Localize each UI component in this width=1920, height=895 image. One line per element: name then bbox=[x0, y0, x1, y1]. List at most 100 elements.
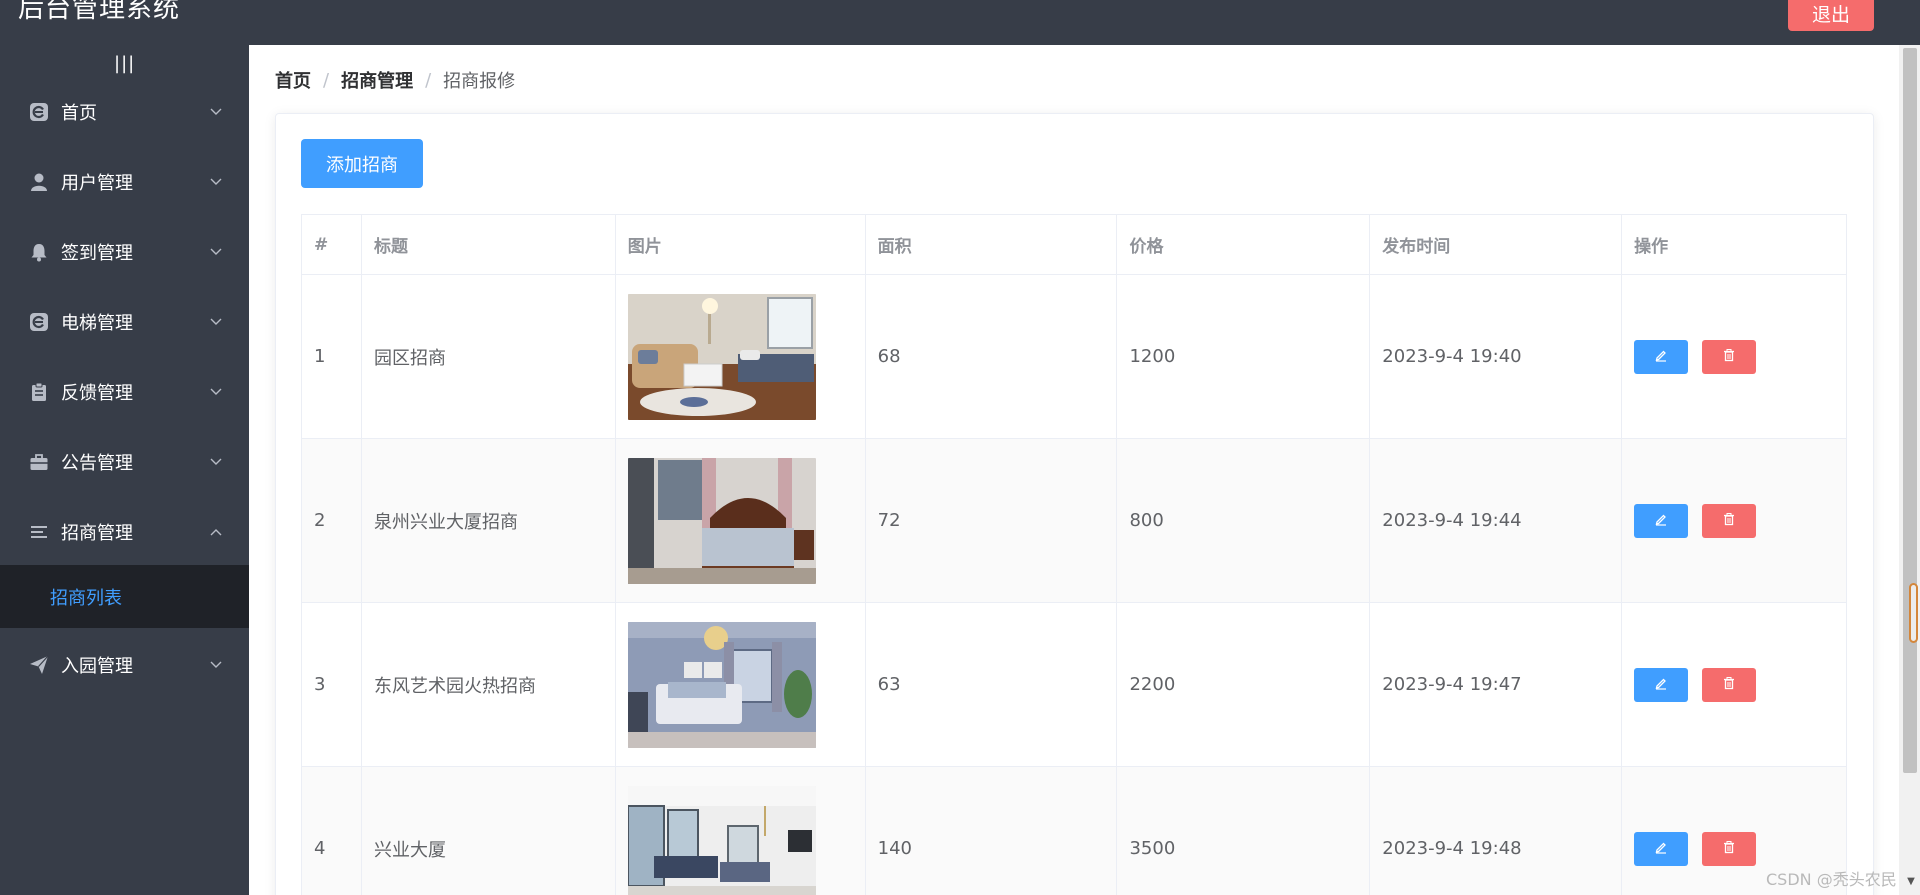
table-row: 4 兴业大厦 140 3500 2023-9-4 19:48 bbox=[302, 767, 1847, 895]
table-header-row: # 标题 图片 面积 价格 发布时间 操作 bbox=[302, 215, 1847, 275]
e-logo-icon bbox=[28, 101, 50, 123]
row-price: 2200 bbox=[1117, 603, 1371, 766]
column-header-actions: 操作 bbox=[1622, 215, 1847, 274]
column-header-price: 价格 bbox=[1117, 215, 1371, 274]
paper-plane-icon bbox=[28, 654, 50, 676]
column-header-index: # bbox=[302, 215, 362, 274]
breadcrumb-section[interactable]: 招商管理 bbox=[341, 67, 413, 93]
row-price: 3500 bbox=[1117, 767, 1371, 895]
room-photo bbox=[627, 785, 816, 895]
sidebar-item-admission[interactable]: 入园管理 bbox=[0, 637, 249, 693]
room-photo bbox=[627, 293, 816, 420]
submenu-item-investment-list[interactable]: 招商列表 bbox=[0, 565, 249, 628]
row-actions bbox=[1622, 439, 1847, 602]
sidebar-item-label: 反馈管理 bbox=[61, 383, 133, 404]
sidebar-item-label: 首页 bbox=[61, 103, 97, 124]
app-title: 后台管理系统 bbox=[18, 0, 181, 24]
watermark: CSDN @秃头农民 bbox=[1766, 870, 1897, 889]
sidebar-item-checkin[interactable]: 签到管理 bbox=[0, 224, 249, 280]
trash-icon bbox=[1722, 838, 1736, 859]
content-card: 添加招商 # 标题 图片 面积 价格 发布时间 操作 1 园区招商 68 120… bbox=[275, 113, 1874, 895]
chevron-down-icon bbox=[209, 385, 223, 399]
row-area: 68 bbox=[866, 275, 1118, 438]
clipboard-icon bbox=[28, 381, 50, 403]
row-title: 东风艺术园火热招商 bbox=[362, 603, 616, 766]
row-index: 4 bbox=[302, 767, 362, 895]
row-title: 兴业大厦 bbox=[362, 767, 616, 895]
column-header-area: 面积 bbox=[866, 215, 1118, 274]
column-header-publish-time: 发布时间 bbox=[1370, 215, 1623, 274]
sidebar-item-elevator[interactable]: 电梯管理 bbox=[0, 294, 249, 350]
chevron-down-icon bbox=[209, 175, 223, 189]
edit-icon bbox=[1654, 838, 1668, 859]
delete-button[interactable] bbox=[1702, 339, 1757, 374]
chevron-down-icon bbox=[209, 315, 223, 329]
edit-icon bbox=[1654, 346, 1668, 367]
chevron-down-icon bbox=[209, 658, 223, 672]
main-content: 首页 / 招商管理 / 招商报修 添加招商 # 标题 图片 面积 价格 发布时间… bbox=[249, 45, 1900, 895]
edit-button[interactable] bbox=[1634, 667, 1689, 702]
delete-button[interactable] bbox=[1702, 831, 1757, 866]
sidebar-item-announcements[interactable]: 公告管理 bbox=[0, 434, 249, 490]
top-header: 后台管理系统 退出 bbox=[0, 0, 1920, 45]
user-icon bbox=[28, 171, 50, 193]
breadcrumb-current: 招商报修 bbox=[443, 71, 516, 92]
breadcrumb: 首页 / 招商管理 / 招商报修 bbox=[275, 67, 515, 93]
chevron-down-icon bbox=[209, 245, 223, 259]
add-investment-button[interactable]: 添加招商 bbox=[301, 139, 423, 188]
sidebar-item-home[interactable]: 首页 bbox=[0, 84, 249, 140]
sidebar-item-label: 入园管理 bbox=[61, 656, 133, 677]
row-image-cell bbox=[616, 603, 866, 766]
e-logo-icon bbox=[28, 311, 50, 333]
logout-button[interactable]: 退出 bbox=[1788, 0, 1874, 31]
collapse-menu-toggle[interactable]: ||| bbox=[114, 51, 134, 77]
trash-icon bbox=[1722, 674, 1736, 695]
row-index: 2 bbox=[302, 439, 362, 602]
submenu-item-label: 招商列表 bbox=[50, 587, 122, 609]
delete-button[interactable] bbox=[1702, 667, 1757, 702]
edit-icon bbox=[1654, 510, 1668, 531]
scroll-down-arrow-icon[interactable]: ▼ bbox=[1905, 877, 1917, 887]
delete-button[interactable] bbox=[1702, 503, 1757, 538]
edit-icon bbox=[1654, 674, 1668, 695]
row-price: 1200 bbox=[1117, 275, 1371, 438]
scrollbar-thumb[interactable] bbox=[1909, 583, 1918, 643]
trash-icon bbox=[1722, 346, 1736, 367]
chevron-up-icon bbox=[209, 525, 223, 539]
room-photo bbox=[627, 457, 816, 584]
investment-table: # 标题 图片 面积 价格 发布时间 操作 1 园区招商 68 1200 202… bbox=[301, 214, 1847, 895]
sidebar-item-label: 用户管理 bbox=[61, 173, 133, 194]
edit-button[interactable] bbox=[1634, 503, 1689, 538]
table-row: 1 园区招商 68 1200 2023-9-4 19:40 bbox=[302, 275, 1847, 439]
room-photo bbox=[627, 621, 816, 748]
breadcrumb-separator: / bbox=[323, 69, 330, 91]
sidebar-item-investment[interactable]: 招商管理 bbox=[0, 504, 249, 560]
breadcrumb-separator: / bbox=[425, 69, 432, 91]
row-title: 泉州兴业大厦招商 bbox=[362, 439, 616, 602]
column-header-title: 标题 bbox=[362, 215, 616, 274]
list-icon bbox=[28, 521, 50, 543]
row-publish-time: 2023-9-4 19:44 bbox=[1370, 439, 1623, 602]
edit-button[interactable] bbox=[1634, 339, 1689, 374]
chevron-down-icon bbox=[209, 105, 223, 119]
sidebar-item-label: 电梯管理 bbox=[61, 313, 133, 334]
row-publish-time: 2023-9-4 19:47 bbox=[1370, 603, 1623, 766]
row-title: 园区招商 bbox=[362, 275, 616, 438]
row-area: 63 bbox=[866, 603, 1118, 766]
sidebar-item-label: 招商管理 bbox=[61, 523, 133, 544]
column-header-image: 图片 bbox=[616, 215, 866, 274]
row-image-cell bbox=[616, 767, 866, 895]
briefcase-icon bbox=[28, 451, 50, 473]
sidebar-item-users[interactable]: 用户管理 bbox=[0, 154, 249, 210]
sidebar-item-feedback[interactable]: 反馈管理 bbox=[0, 364, 249, 420]
bell-icon bbox=[28, 241, 50, 263]
edit-button[interactable] bbox=[1634, 831, 1689, 866]
row-publish-time: 2023-9-4 19:48 bbox=[1370, 767, 1623, 895]
breadcrumb-home[interactable]: 首页 bbox=[275, 67, 311, 93]
scrollbar-track[interactable] bbox=[1903, 48, 1917, 773]
row-actions bbox=[1622, 275, 1847, 438]
chevron-down-icon bbox=[209, 455, 223, 469]
table-row: 2 泉州兴业大厦招商 72 800 2023-9-4 19:44 bbox=[302, 439, 1847, 603]
row-index: 3 bbox=[302, 603, 362, 766]
row-publish-time: 2023-9-4 19:40 bbox=[1370, 275, 1623, 438]
